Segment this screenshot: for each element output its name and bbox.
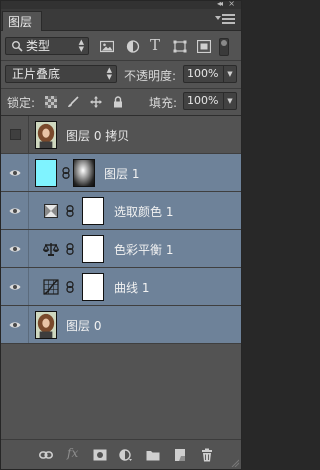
resize-grip-icon[interactable]: [231, 459, 239, 467]
layer-thumbnail-photo: [35, 121, 57, 149]
panel-tab-bar: 图层: [1, 9, 241, 31]
lock-label: 锁定:: [7, 96, 36, 110]
blend-mode-value: 正片叠底: [12, 67, 61, 81]
layer-row[interactable]: 图层 0 拷贝: [1, 116, 241, 154]
fill-dropdown-icon[interactable]: ▼: [223, 93, 236, 109]
layer-row[interactable]: 图层 1: [1, 154, 241, 192]
layer-thumbnail-cyan-fill: [35, 159, 57, 187]
smart-object-filter-icon[interactable]: [197, 40, 211, 53]
delete-trash-icon[interactable]: [200, 448, 214, 462]
eye-icon[interactable]: [9, 167, 21, 179]
layer-thumbnail-photo: [35, 311, 57, 339]
eye-icon[interactable]: [9, 205, 21, 217]
search-icon: [12, 41, 23, 52]
layer-row[interactable]: 选取颜色 1: [1, 192, 241, 230]
new-layer-icon[interactable]: [173, 448, 187, 462]
type-filter-icon[interactable]: T: [150, 37, 164, 54]
link-chain-icon[interactable]: [62, 167, 70, 179]
panel-bottom-toolbar: fx: [1, 439, 241, 469]
curves-icon: [43, 279, 59, 295]
fill-value[interactable]: 100%: [187, 94, 218, 107]
layer-row[interactable]: 图层 0: [1, 306, 241, 344]
fill-field[interactable]: 100% ▼: [183, 92, 237, 110]
layer-mask-thumbnail[interactable]: [82, 273, 104, 301]
lock-position-move-icon[interactable]: [90, 96, 102, 108]
divider: [1, 88, 241, 89]
close-icon[interactable]: ×: [228, 0, 235, 8]
panel-menu-icon[interactable]: [215, 14, 235, 25]
layer-name: 选取颜色 1: [114, 205, 174, 219]
updown-arrows-icon: ▲ ▼: [78, 38, 84, 53]
link-icon[interactable]: [39, 448, 53, 462]
eye-icon[interactable]: [9, 281, 21, 293]
layer-row[interactable]: 曲线 1: [1, 268, 241, 306]
layers-list: 图层 0 拷贝 图层 1 选取颜色 1 色彩平衡 1 曲线 1 图层 0: [1, 115, 241, 439]
group-folder-icon[interactable]: [146, 448, 160, 462]
lock-row: 锁定: 填充: 100% ▼: [1, 90, 241, 114]
opacity-label: 不透明度:: [124, 69, 177, 83]
link-chain-icon[interactable]: [66, 281, 74, 293]
tab-layers[interactable]: 图层: [2, 11, 42, 31]
layer-name: 曲线 1: [114, 281, 150, 295]
link-chain-icon[interactable]: [66, 243, 74, 255]
layer-name: 图层 0: [66, 319, 102, 333]
updown-arrows-icon: ▲ ▼: [106, 66, 112, 81]
image-filter-icon[interactable]: [100, 40, 114, 53]
eye-icon[interactable]: [9, 243, 21, 255]
opacity-value[interactable]: 100%: [187, 67, 218, 80]
opacity-field[interactable]: 100% ▼: [183, 65, 237, 83]
shape-filter-icon[interactable]: [173, 40, 187, 53]
layer-mask-thumbnail[interactable]: [73, 159, 95, 187]
visibility-column[interactable]: [1, 116, 29, 153]
collapse-icon[interactable]: ◂◂: [217, 0, 223, 8]
visibility-column[interactable]: [1, 192, 29, 229]
opacity-dropdown-icon[interactable]: ▼: [223, 66, 236, 82]
filter-kind-label: 类型: [26, 39, 51, 53]
layer-name: 图层 1: [104, 167, 140, 181]
layer-row[interactable]: 色彩平衡 1: [1, 230, 241, 268]
fx-icon[interactable]: fx: [67, 446, 78, 460]
blend-row: 正片叠底 ▲ ▼ 不透明度: 100% ▼: [1, 61, 241, 87]
eye-icon[interactable]: [9, 319, 21, 331]
color-balance-icon: [43, 243, 59, 256]
lock-all-icon[interactable]: [112, 96, 124, 108]
layer-name: 图层 0 拷贝: [66, 129, 130, 143]
lock-transparent-icon[interactable]: [45, 96, 57, 108]
fill-label: 填充:: [149, 96, 178, 110]
layers-panel: ◂◂ × 图层 类型 ▲ ▼ T 正片叠底 ▲ ▼ 不透明度: 100% ▼ 锁…: [0, 0, 242, 470]
visibility-off-box[interactable]: [10, 129, 21, 140]
link-chain-icon[interactable]: [66, 205, 74, 217]
visibility-column[interactable]: [1, 230, 29, 267]
layer-mask-thumbnail[interactable]: [82, 197, 104, 225]
blend-mode-dropdown[interactable]: 正片叠底 ▲ ▼: [5, 65, 117, 83]
filter-row: 类型 ▲ ▼ T: [1, 33, 241, 59]
visibility-column[interactable]: [1, 154, 29, 191]
panel-top-strip: ◂◂ ×: [1, 0, 241, 9]
selective-color-icon: [44, 204, 58, 218]
layer-name: 色彩平衡 1: [114, 243, 174, 257]
layer-mask-thumbnail[interactable]: [82, 235, 104, 263]
visibility-column[interactable]: [1, 268, 29, 305]
lock-pixels-brush-icon[interactable]: [67, 96, 79, 108]
add-mask-icon[interactable]: [93, 448, 107, 462]
adjustment-icon[interactable]: [119, 448, 133, 462]
filter-kind-dropdown[interactable]: 类型 ▲ ▼: [5, 37, 89, 55]
visibility-column[interactable]: [1, 306, 29, 343]
adjustment-filter-icon[interactable]: [126, 40, 140, 53]
filter-toggle-switch[interactable]: [219, 38, 229, 56]
